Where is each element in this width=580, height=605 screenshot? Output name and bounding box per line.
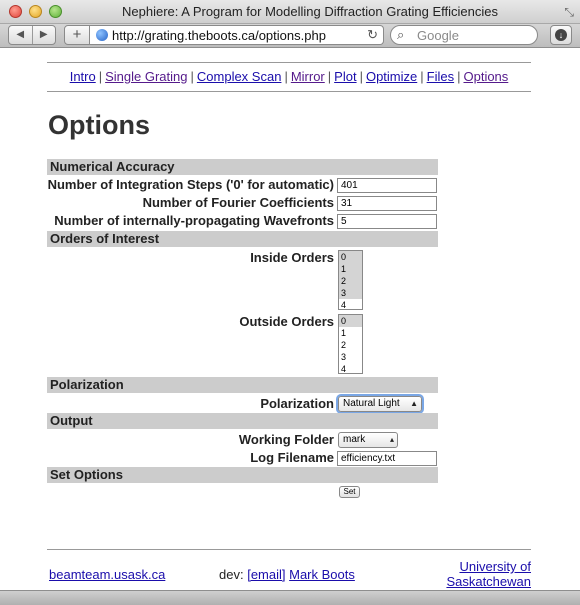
- chevron-updown-icon: ▴: [389, 435, 394, 444]
- site-link[interactable]: beamteam.usask.ca: [49, 567, 165, 582]
- back-icon[interactable]: ◀: [9, 26, 33, 44]
- nav-link-optimize[interactable]: Optimize: [366, 69, 417, 84]
- list-item[interactable]: 0: [339, 315, 362, 327]
- globe-icon: [96, 29, 108, 41]
- stepper-arrows-icon: ▲: [410, 399, 418, 408]
- nav-divider: [47, 91, 531, 92]
- outside-orders-label: Outside Orders: [239, 314, 334, 329]
- list-item[interactable]: 0: [339, 251, 362, 263]
- add-bookmark-button[interactable]: +: [64, 25, 90, 45]
- set-button[interactable]: Set: [339, 486, 360, 498]
- outside-orders-list[interactable]: 0 1 2 3 4: [338, 314, 363, 374]
- polarization-label: Polarization: [260, 396, 334, 411]
- window-titlebar: Nephiere: A Program for Modelling Diffra…: [0, 0, 580, 24]
- nav-link-files[interactable]: Files: [427, 69, 454, 84]
- browser-toolbar: ◀ ▶ + http://grating.theboots.ca/options…: [0, 24, 580, 48]
- nav-link-options[interactable]: Options: [463, 69, 508, 84]
- integration-steps-label: Number of Integration Steps ('0' for aut…: [47, 177, 334, 192]
- log-filename-label: Log Filename: [250, 450, 334, 465]
- nav-link-single-grating[interactable]: Single Grating: [105, 69, 187, 84]
- search-field[interactable]: ⌕ Google: [390, 25, 538, 45]
- main-nav: Intro | Single Grating | Complex Scan | Mirror…: [69, 69, 509, 84]
- downloads-button[interactable]: ↓: [550, 25, 572, 45]
- wavefronts-label: Number of internally-propagating Wavefro…: [54, 213, 334, 228]
- fullscreen-icon[interactable]: ⤡: [564, 5, 574, 20]
- footer-divider: [47, 549, 531, 550]
- section-set-options: Set Options: [47, 467, 438, 483]
- browser-statusbar: [0, 590, 580, 605]
- top-divider: [47, 62, 531, 63]
- inside-orders-label: Inside Orders: [250, 250, 334, 265]
- forward-icon[interactable]: ▶: [33, 26, 56, 44]
- list-item[interactable]: 1: [339, 263, 362, 275]
- list-item[interactable]: 2: [339, 339, 362, 351]
- minimize-window-button[interactable]: [29, 5, 42, 18]
- address-bar[interactable]: http://grating.theboots.ca/options.php ↻: [90, 25, 384, 45]
- footer-university: University of Saskatchewan: [446, 559, 531, 589]
- nav-link-intro[interactable]: Intro: [70, 69, 96, 84]
- back-forward-buttons: ◀ ▶: [8, 25, 56, 45]
- integration-steps-input[interactable]: 401: [337, 178, 437, 193]
- close-window-button[interactable]: [9, 5, 22, 18]
- section-polarization: Polarization: [47, 377, 438, 393]
- polarization-value: Natural Light: [343, 398, 400, 409]
- section-numerical-accuracy: Numerical Accuracy: [47, 159, 438, 175]
- zoom-window-button[interactable]: [49, 5, 62, 18]
- footer-dev: dev: [email] Mark Boots: [219, 567, 355, 582]
- page-title: Options: [48, 110, 150, 140]
- nav-link-mirror[interactable]: Mirror: [291, 69, 325, 84]
- working-folder-label: Working Folder: [238, 432, 334, 447]
- log-filename-input[interactable]: efficiency.txt: [337, 451, 437, 466]
- search-icon: ⌕: [397, 27, 405, 42]
- window-title: Nephiere: A Program for Modelling Diffra…: [122, 4, 498, 19]
- dev-label: dev:: [219, 567, 244, 582]
- url-text[interactable]: http://grating.theboots.ca/options.php: [112, 28, 360, 43]
- nav-link-complex-scan[interactable]: Complex Scan: [197, 69, 282, 84]
- working-folder-value: mark: [343, 434, 366, 445]
- list-item[interactable]: 3: [339, 351, 362, 363]
- email-link[interactable]: [email]: [247, 567, 285, 582]
- polarization-select[interactable]: Natural Light ▲: [338, 396, 422, 412]
- download-icon: ↓: [555, 29, 567, 41]
- list-item[interactable]: 1: [339, 327, 362, 339]
- footer-site: beamteam.usask.ca: [49, 567, 165, 582]
- author-link[interactable]: Mark Boots: [289, 567, 355, 582]
- list-item[interactable]: 2: [339, 275, 362, 287]
- inside-orders-list[interactable]: 0 1 2 3 4: [338, 250, 363, 310]
- working-folder-select[interactable]: mark ▴: [338, 432, 398, 448]
- nav-link-plot[interactable]: Plot: [334, 69, 356, 84]
- fourier-coefficients-label: Number of Fourier Coefficients: [142, 195, 334, 210]
- fourier-coefficients-input[interactable]: 31: [337, 196, 437, 211]
- section-orders-of-interest: Orders of Interest: [47, 231, 438, 247]
- list-item[interactable]: 4: [339, 299, 362, 309]
- reload-icon[interactable]: ↻: [367, 27, 378, 43]
- list-item[interactable]: 3: [339, 287, 362, 299]
- section-output: Output: [47, 413, 438, 429]
- university-link[interactable]: University of Saskatchewan: [446, 559, 531, 589]
- wavefronts-input[interactable]: 5: [337, 214, 437, 229]
- search-placeholder: Google: [417, 28, 459, 43]
- list-item[interactable]: 4: [339, 363, 362, 373]
